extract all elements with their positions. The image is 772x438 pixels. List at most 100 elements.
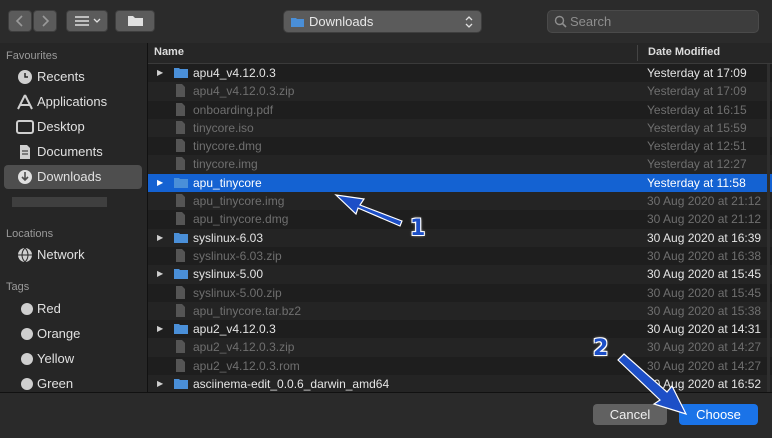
file-row[interactable]: tinycore.dmg Yesterday at 12:51 — [148, 137, 772, 155]
file-name: apu_tinycore — [193, 175, 262, 190]
file-row[interactable]: ▶ apu_tinycore Yesterday at 11:58 — [148, 173, 772, 193]
sidebar-item-label: Green — [37, 376, 74, 391]
tags-header: Tags — [6, 281, 30, 293]
chevron-left-icon — [15, 15, 23, 27]
sidebar-item-documents[interactable]: Documents — [4, 140, 142, 164]
redacted-device — [12, 197, 107, 207]
desktop-icon — [16, 120, 34, 134]
file-name: apu2_v4.12.0.3 — [193, 322, 276, 337]
sidebar-item-applications[interactable]: Applications — [4, 90, 142, 114]
sidebar-tag-yellow[interactable]: Yellow — [4, 347, 142, 371]
sidebar-item-label: Yellow — [37, 351, 75, 366]
file-name: onboarding.pdf — [193, 102, 274, 117]
file-row[interactable]: apu2_v4.12.0.3.rom 30 Aug 2020 at 14:27 — [148, 357, 772, 375]
sidebar-item-network[interactable]: Network — [4, 243, 142, 267]
disclosure-triangle-icon[interactable]: ▶ — [157, 379, 163, 388]
sidebar-item-label: Orange — [37, 326, 81, 341]
cancel-button[interactable]: Cancel — [593, 404, 667, 425]
sidebar-item-label: Downloads — [37, 169, 102, 184]
file-row[interactable]: apu_tinycore.tar.bz2 30 Aug 2020 at 15:38 — [148, 301, 772, 321]
file-name: apu_tinycore.tar.bz2 — [193, 303, 302, 318]
file-date: Yesterday at 15:59 — [647, 120, 747, 135]
file-name: apu4_v4.12.0.3 — [193, 66, 276, 80]
scrollbar[interactable] — [766, 64, 772, 392]
tag-dot-icon — [21, 328, 33, 340]
sidebar-item-label: Documents — [37, 144, 103, 159]
file-row[interactable]: apu4_v4.12.0.3.zip Yesterday at 17:09 — [148, 82, 772, 101]
updown-chevron-icon — [465, 16, 473, 28]
file-name: apu_tinycore.img — [193, 194, 285, 209]
file-date: 30 Aug 2020 at 14:27 — [647, 358, 762, 373]
folder-icon — [174, 177, 188, 188]
file-row[interactable]: ▶ apu2_v4.12.0.3 30 Aug 2020 at 14:31 — [148, 320, 772, 338]
document-icon — [20, 145, 30, 159]
back-button[interactable] — [8, 10, 32, 32]
disclosure-triangle-icon[interactable]: ▶ — [157, 178, 163, 187]
tag-dot-icon — [21, 353, 33, 365]
globe-icon — [18, 247, 32, 263]
sidebar-item-desktop[interactable]: Desktop — [4, 115, 142, 139]
file-row[interactable]: syslinux-6.03.zip 30 Aug 2020 at 16:38 — [148, 247, 772, 265]
file-row[interactable]: ▶ apu4_v4.12.0.3 Yesterday at 17:09 — [148, 64, 772, 82]
new-folder-icon — [128, 16, 143, 26]
file-icon — [176, 358, 185, 372]
column-date-header[interactable]: Date Modified — [648, 46, 720, 58]
file-icon — [176, 157, 185, 171]
file-row[interactable]: ▶ syslinux-6.03 30 Aug 2020 at 16:39 — [148, 228, 772, 247]
file-row[interactable]: ▶ syslinux-5.00 30 Aug 2020 at 15:45 — [148, 265, 772, 284]
locations-header: Locations — [6, 228, 54, 240]
file-date: Yesterday at 12:51 — [647, 139, 747, 154]
file-row[interactable]: syslinux-5.00.zip 30 Aug 2020 at 15:45 — [148, 284, 772, 302]
file-icon — [176, 212, 185, 226]
list-view-icon — [75, 16, 101, 26]
file-date: 30 Aug 2020 at 21:12 — [647, 194, 762, 209]
search-icon — [554, 15, 567, 28]
column-header: Name Date Modified — [148, 43, 772, 64]
folder-icon — [174, 68, 188, 78]
disclosure-triangle-icon[interactable]: ▶ — [157, 68, 163, 77]
file-date: Yesterday at 16:15 — [647, 102, 747, 117]
sidebar-item-downloads[interactable]: Downloads — [4, 165, 142, 189]
forward-button[interactable] — [33, 10, 57, 32]
toolbar: Downloads Search — [0, 0, 772, 44]
file-row[interactable]: apu_tinycore.img 30 Aug 2020 at 21:12 — [148, 192, 772, 211]
file-name: tinycore.dmg — [193, 139, 262, 154]
disclosure-triangle-icon[interactable]: ▶ — [157, 269, 163, 278]
choose-button[interactable]: Choose — [679, 404, 758, 425]
annotation-step-2: 2 — [593, 336, 609, 361]
sidebar-item-label: Red — [37, 301, 61, 316]
file-icon — [176, 120, 185, 134]
column-divider[interactable] — [637, 45, 638, 61]
file-date: 30 Aug 2020 at 16:39 — [647, 230, 762, 245]
location-popup[interactable]: Downloads — [283, 10, 482, 33]
file-row[interactable]: apu2_v4.12.0.3.zip 30 Aug 2020 at 14:27 — [148, 338, 772, 357]
view-options-button[interactable] — [66, 10, 108, 32]
file-date: 30 Aug 2020 at 14:27 — [647, 340, 762, 355]
chevron-right-icon — [42, 15, 50, 27]
new-folder-button[interactable] — [115, 10, 155, 32]
file-row[interactable]: apu_tinycore.dmg 30 Aug 2020 at 21:12 — [148, 210, 772, 228]
sidebar-item-recents[interactable]: Recents — [4, 65, 142, 89]
disclosure-triangle-icon[interactable]: ▶ — [157, 324, 163, 333]
file-name: syslinux-5.00 — [193, 267, 264, 282]
sidebar-tag-orange[interactable]: Orange — [4, 322, 142, 346]
tag-dot-icon — [21, 378, 33, 390]
column-name-header[interactable]: Name — [154, 46, 184, 58]
file-name: apu4_v4.12.0.3.zip — [193, 84, 295, 99]
folder-icon — [291, 18, 304, 27]
file-icon — [176, 139, 185, 153]
file-date: Yesterday at 17:09 — [647, 66, 747, 80]
clock-icon — [18, 70, 32, 84]
sidebar-item-label: Desktop — [37, 119, 85, 134]
file-browser: Name Date Modified ▶ apu4_v4.12.0.3 Yester… — [148, 43, 772, 394]
file-row[interactable]: ▶ asciinema-edit_0.0.6_darwin_amd64 30 Aug… — [148, 375, 772, 394]
file-row[interactable]: tinycore.img Yesterday at 12:27 — [148, 155, 772, 174]
file-row[interactable]: tinycore.iso Yesterday at 15:59 — [148, 118, 772, 138]
file-row[interactable]: onboarding.pdf Yesterday at 16:15 — [148, 101, 772, 119]
applications-icon — [17, 94, 33, 110]
sidebar-item-label: Applications — [37, 94, 108, 109]
sidebar-tag-red[interactable]: Red — [4, 297, 142, 321]
search-field[interactable]: Search — [547, 10, 759, 33]
disclosure-triangle-icon[interactable]: ▶ — [157, 233, 163, 242]
location-label: Downloads — [309, 14, 374, 29]
